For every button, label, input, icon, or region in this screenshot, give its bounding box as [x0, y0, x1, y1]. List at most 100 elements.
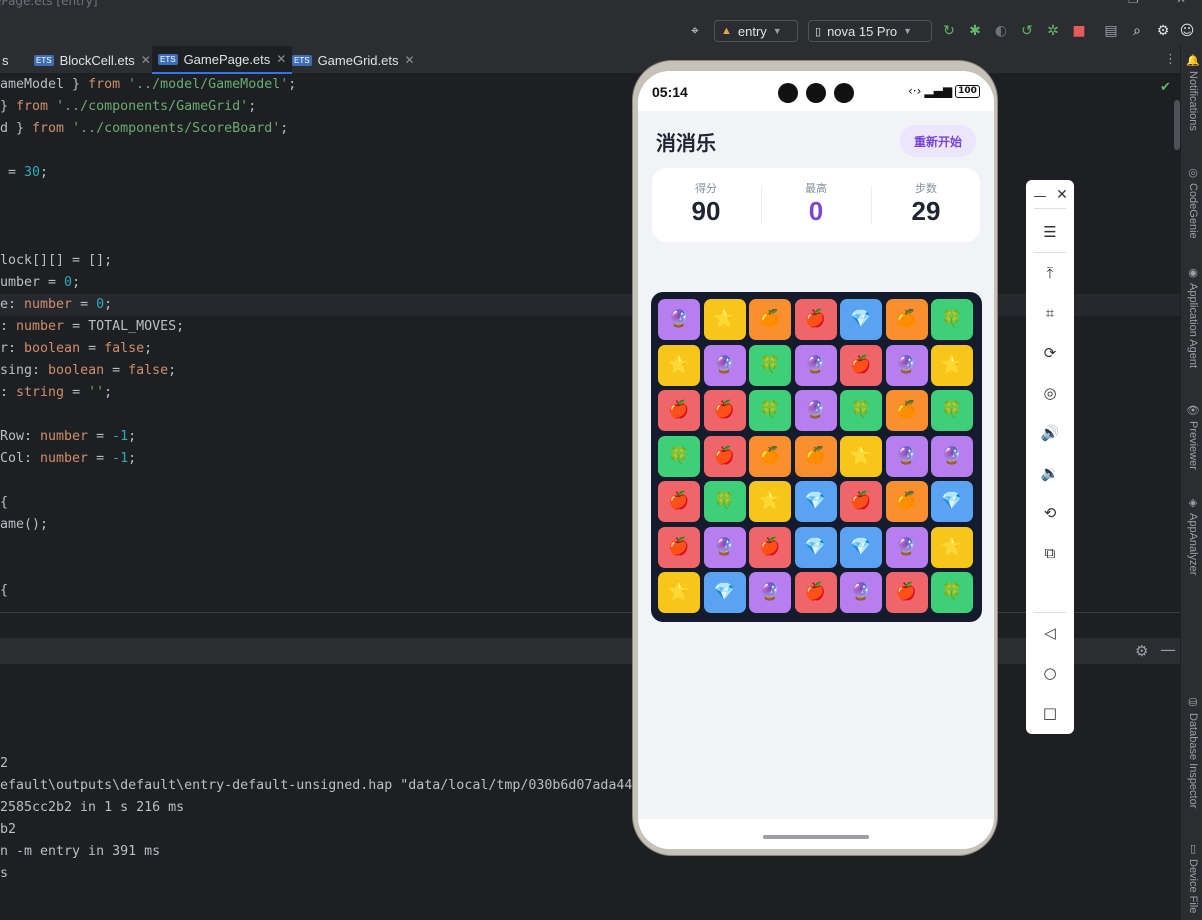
more-tabs-icon[interactable]: ⋮: [1164, 52, 1177, 67]
grid-cell-red[interactable]: 🍎: [658, 481, 700, 522]
home-indicator[interactable]: [763, 835, 869, 839]
tool-device-file[interactable]: ▯ Device File: [1184, 842, 1202, 913]
back-triangle-icon[interactable]: ◁: [1038, 621, 1062, 645]
grid-cell-purple[interactable]: 🔮: [885, 344, 928, 386]
panel-settings-gear-icon[interactable]: ⚙: [1135, 642, 1148, 660]
grid-cell-blue[interactable]: 💎: [931, 481, 973, 522]
grid-cell-green[interactable]: 🍀: [749, 390, 791, 431]
stop-icon[interactable]: ■: [1070, 22, 1088, 40]
grid-cell-red[interactable]: 🍎: [703, 390, 746, 431]
grid-cell-blue[interactable]: 💎: [840, 526, 882, 568]
grid-cell-green[interactable]: 🍀: [658, 435, 700, 477]
close-tab-icon[interactable]: ✕: [276, 52, 286, 66]
settings-gear-icon[interactable]: ⚙: [1154, 22, 1172, 40]
grid-cell-purple[interactable]: 🔮: [703, 526, 746, 568]
grid-cell-orange[interactable]: 🍊: [885, 481, 928, 522]
grid-cell-red[interactable]: 🍎: [840, 481, 882, 522]
grid-cell-purple[interactable]: 🔮: [749, 572, 791, 613]
grid-cell-blue[interactable]: 💎: [794, 526, 837, 568]
grid-cell-red[interactable]: 🍎: [749, 526, 791, 568]
tab-gamegrid[interactable]: ETS GameGrid.ets ✕: [286, 46, 421, 74]
grid-cell-purple[interactable]: 🔮: [794, 344, 837, 386]
attach-debugger-icon[interactable]: ✲: [1044, 22, 1062, 40]
module-selector[interactable]: ▲ entry ▼: [714, 20, 798, 42]
grid-cell-red[interactable]: 🍎: [703, 435, 746, 477]
restore-icon[interactable]: ❐: [1128, 0, 1139, 6]
grid-cell-purple[interactable]: 🔮: [658, 299, 700, 340]
grid-cell-purple[interactable]: 🔮: [794, 390, 837, 431]
grid-cell-orange[interactable]: 🍊: [749, 435, 791, 477]
grid-cell-blue[interactable]: 💎: [840, 299, 882, 340]
menu-icon[interactable]: ☰: [1038, 220, 1062, 244]
profile-icon[interactable]: ◐: [992, 22, 1010, 40]
grid-cell-red[interactable]: 🍎: [794, 572, 837, 613]
grid-cell-yellow[interactable]: ⭐: [749, 481, 791, 522]
grid-cell-orange[interactable]: 🍊: [794, 435, 837, 477]
grid-cell-green[interactable]: 🍀: [703, 481, 746, 522]
grid-cell-yellow[interactable]: ⭐: [931, 526, 973, 568]
restart-button[interactable]: 重新开始: [900, 125, 976, 157]
code-editor[interactable]: ameModel } from '../model/GameModel';} f…: [0, 74, 1180, 612]
tool-codegenie[interactable]: ◎ CodeGenie: [1184, 166, 1202, 239]
grid-cell-purple[interactable]: 🔮: [840, 572, 882, 613]
grid-cell-purple[interactable]: 🔮: [931, 435, 973, 477]
grid-cell-green[interactable]: 🍀: [931, 572, 973, 613]
minimize-icon[interactable]: —: [1080, 0, 1092, 6]
grid-cell-green[interactable]: 🍀: [931, 390, 973, 431]
run-console[interactable]: 2 efault\outputs\default\entry-default-un…: [0, 664, 1180, 920]
close-icon[interactable]: ✕: [1050, 183, 1074, 207]
grid-cell-yellow[interactable]: ⭐: [658, 344, 700, 386]
grid-cell-orange[interactable]: 🍊: [885, 299, 928, 340]
volume-down-icon[interactable]: 🔉: [1038, 461, 1062, 485]
device-selector[interactable]: ▯ nova 15 Pro ▼: [808, 20, 932, 42]
tab-blockcell[interactable]: ETS BlockCell.ets ✕: [28, 46, 157, 74]
grid-cell-purple[interactable]: 🔮: [703, 344, 746, 386]
rerun-icon[interactable]: ↺: [1018, 22, 1036, 40]
location-icon[interactable]: ◎: [1038, 381, 1062, 405]
grid-cell-red[interactable]: 🍎: [885, 572, 928, 613]
close-window-icon[interactable]: ✕: [1176, 0, 1186, 6]
grid-cell-green[interactable]: 🍀: [931, 299, 973, 340]
grid-cell-yellow[interactable]: ⭐: [931, 344, 973, 386]
recents-square-icon[interactable]: □: [1038, 701, 1062, 725]
grid-cell-red[interactable]: 🍎: [840, 344, 882, 386]
tool-previewer[interactable]: 👁 Previewer: [1184, 404, 1202, 470]
grid-cell-yellow[interactable]: ⭐: [658, 572, 700, 613]
grid-cell-yellow[interactable]: ⭐: [703, 299, 746, 340]
pin-top-icon[interactable]: ⤒: [1038, 261, 1062, 285]
search-icon[interactable]: ⌕: [1128, 22, 1146, 40]
hide-panel-icon[interactable]: —: [1160, 640, 1176, 659]
volume-up-icon[interactable]: 🔊: [1038, 421, 1062, 445]
grid-cell-purple[interactable]: 🔮: [885, 435, 928, 477]
multi-device-icon[interactable]: ⧉: [1038, 541, 1062, 565]
panel-divider[interactable]: [0, 612, 1180, 638]
close-tab-icon[interactable]: ✕: [141, 53, 151, 67]
minimize-icon[interactable]: —: [1028, 184, 1052, 208]
tool-appanalyzer[interactable]: ◈ AppAnalyzer: [1184, 496, 1202, 575]
rotate-icon[interactable]: ⟳: [1038, 341, 1062, 365]
grid-cell-purple[interactable]: 🔮: [885, 526, 928, 568]
project-structure-icon[interactable]: ▤: [1102, 22, 1120, 40]
home-circle-icon[interactable]: ○: [1038, 661, 1062, 685]
tab-partial[interactable]: s: [0, 46, 15, 74]
crop-icon[interactable]: ⌗: [1038, 301, 1062, 325]
screen-rotate-icon[interactable]: ⟲: [1038, 501, 1062, 525]
close-tab-icon[interactable]: ✕: [404, 53, 414, 67]
tool-notifications[interactable]: 🔔 Notifications: [1184, 54, 1202, 131]
tab-gamepage[interactable]: ETS GamePage.ets ✕: [152, 46, 293, 74]
tool-database-inspector[interactable]: ⛁ Database Inspector: [1184, 696, 1202, 808]
grid-cell-blue[interactable]: 💎: [703, 572, 746, 613]
grid-cell-yellow[interactable]: ⭐: [840, 435, 882, 477]
grid-cell-red[interactable]: 🍎: [658, 526, 700, 568]
grid-cell-red[interactable]: 🍎: [658, 390, 700, 431]
debug-icon[interactable]: ✱: [966, 22, 984, 40]
grid-cell-orange[interactable]: 🍊: [749, 299, 791, 340]
grid-cell-red[interactable]: 🍎: [794, 299, 837, 340]
grid-cell-orange[interactable]: 🍊: [885, 390, 928, 431]
tool-application-agent[interactable]: ◉ Application Agent: [1184, 266, 1202, 368]
target-icon[interactable]: ⌖: [686, 22, 704, 40]
run-icon[interactable]: ↻: [940, 22, 958, 40]
grid-cell-green[interactable]: 🍀: [749, 344, 791, 386]
grid-cell-blue[interactable]: 💎: [794, 481, 837, 522]
grid-cell-green[interactable]: 🍀: [840, 390, 882, 431]
